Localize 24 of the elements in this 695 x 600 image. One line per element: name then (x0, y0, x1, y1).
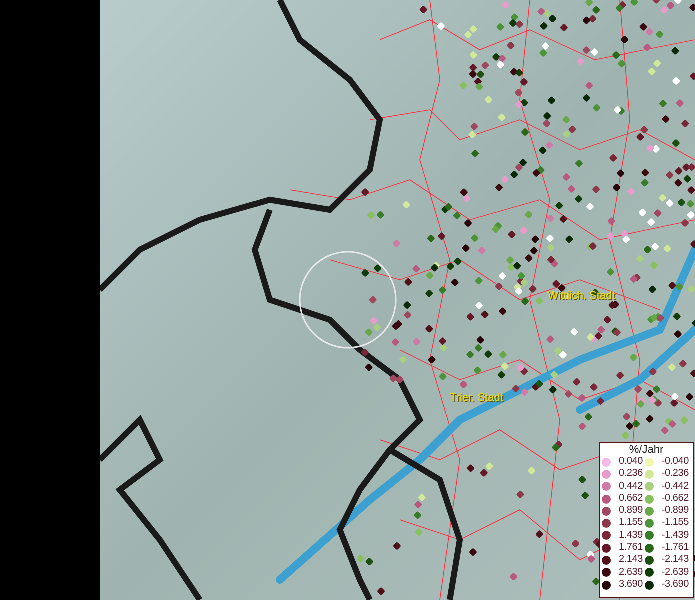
legend-title: %/Jahr (628, 444, 665, 456)
legend-value: 0.899 (618, 505, 643, 518)
legend-value: 0.442 (618, 480, 643, 493)
legend-value: 1.761 (618, 542, 643, 554)
legend-value: -1.761 (660, 542, 689, 554)
legend-value: 1.155 (618, 517, 643, 530)
legend-value: -2.143 (660, 554, 689, 567)
legend-value: -0.899 (660, 505, 689, 518)
legend-value: 0.040 (618, 456, 643, 468)
legend-value: 2.639 (618, 566, 643, 579)
legend-value: 3.690 (618, 578, 643, 592)
legend-value: 0.662 (618, 492, 643, 506)
legend-value: -0.236 (660, 468, 689, 481)
legend-value: -1.439 (660, 530, 689, 542)
legend-value: -0.040 (660, 456, 689, 468)
place-label: Wittlich, Stadt (548, 290, 616, 302)
legend-value: -0.442 (660, 480, 689, 493)
legend-value: 1.439 (618, 530, 643, 542)
legend-value: -3.690 (660, 578, 689, 592)
legend-value: 0.236 (618, 468, 643, 481)
legend-value: -2.639 (660, 566, 689, 579)
legend-value: 2.143 (618, 554, 643, 567)
legend-value: -1.155 (660, 517, 689, 530)
legend-value: -0.662 (660, 492, 689, 506)
